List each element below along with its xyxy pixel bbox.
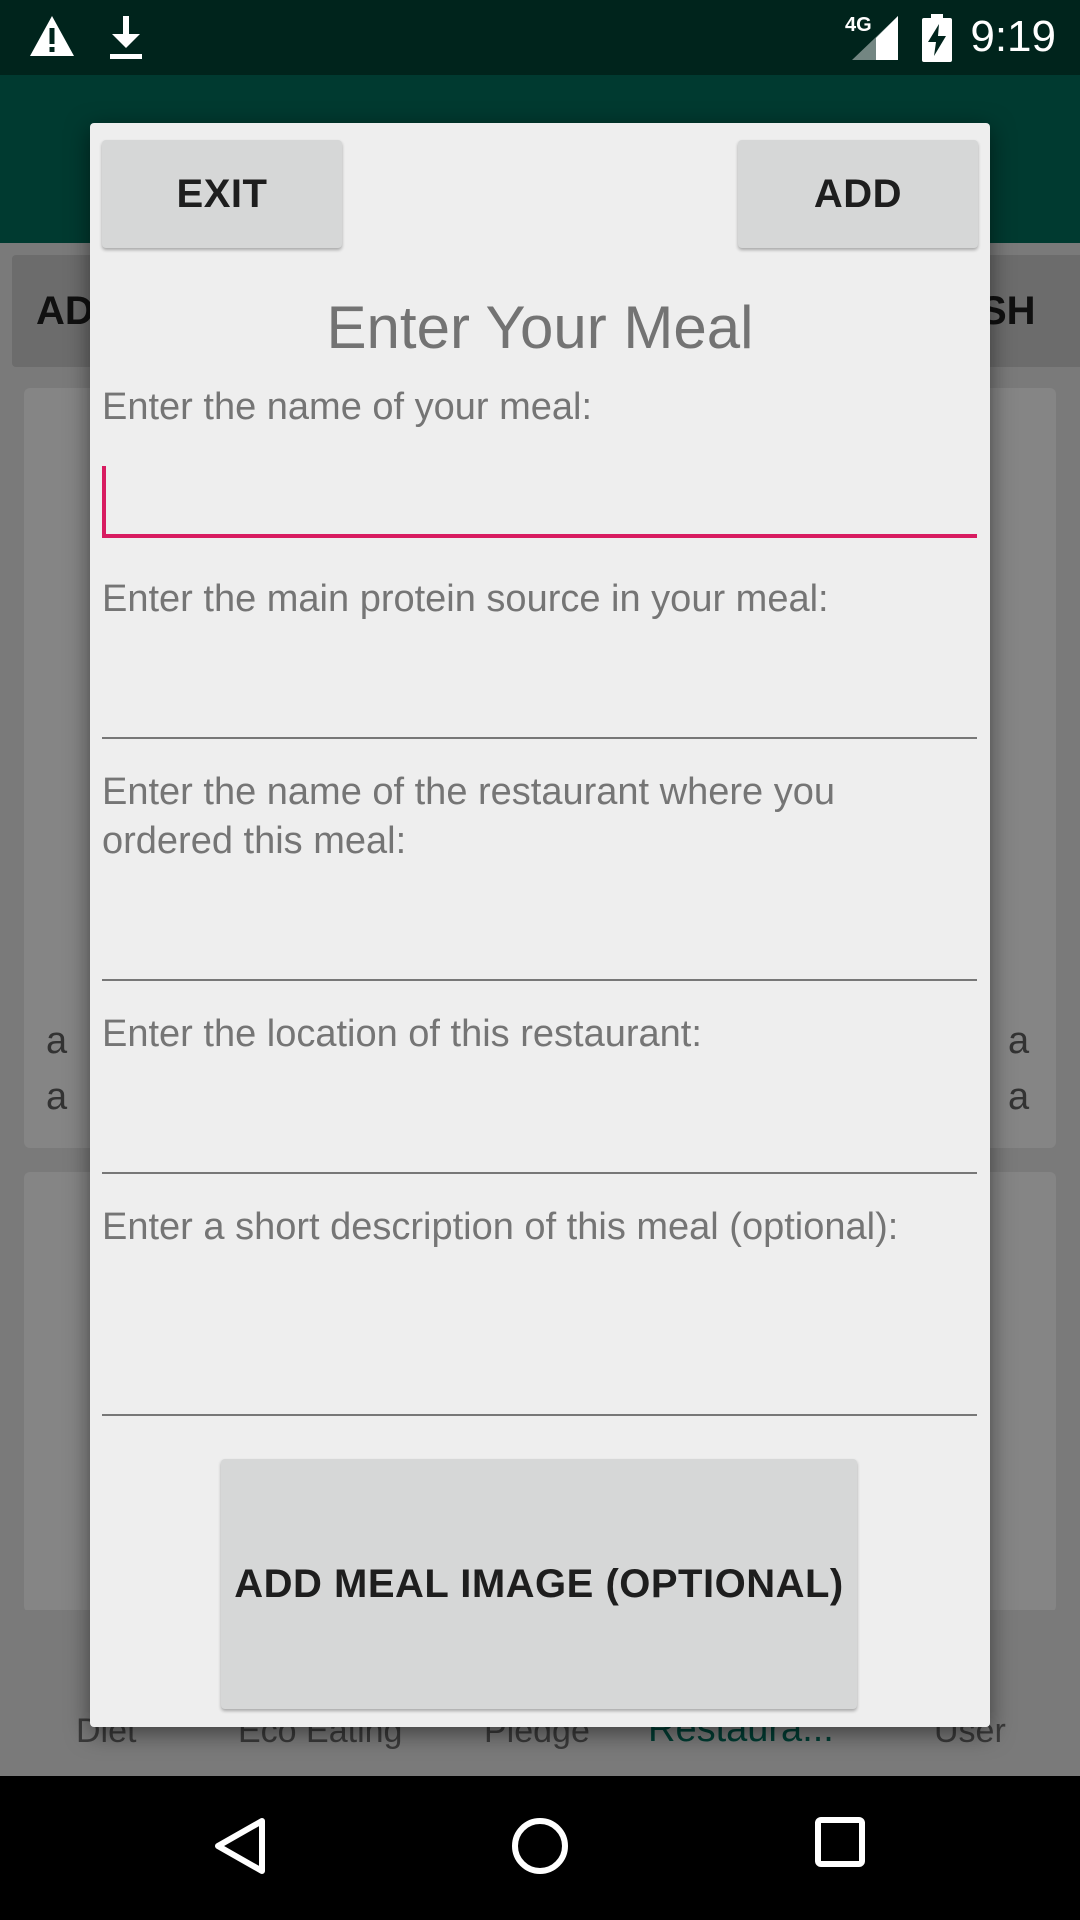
back-icon[interactable] — [212, 1816, 268, 1876]
enter-meal-dialog: EXIT ADD Enter Your Meal Enter the name … — [90, 123, 990, 1727]
home-icon[interactable] — [510, 1816, 570, 1876]
restaurant-name-input[interactable] — [102, 911, 977, 981]
restaurant-location-label: Enter the location of this restaurant: — [102, 1013, 702, 1055]
text-cursor — [102, 466, 106, 538]
meal-name-input[interactable] — [102, 468, 977, 538]
meal-description-input[interactable] — [102, 1346, 977, 1416]
protein-source-input[interactable] — [102, 669, 977, 739]
status-bar: 4G 9:19 — [0, 0, 1080, 75]
system-navigation-bar — [0, 1776, 1080, 1920]
meal-description-label: Enter a short description of this meal (… — [102, 1206, 899, 1248]
add-meal-image-button[interactable]: ADD MEAL IMAGE (OPTIONAL) — [221, 1459, 857, 1709]
protein-source-label: Enter the main protein source in your me… — [102, 578, 829, 620]
background-card-text: a — [46, 1076, 68, 1118]
background-card-text: a — [1008, 1020, 1030, 1062]
background-card-text: a — [46, 1020, 68, 1062]
restaurant-location-input[interactable] — [102, 1104, 977, 1174]
warning-icon — [30, 16, 74, 56]
dialog-title: Enter Your Meal — [326, 294, 754, 361]
recents-icon[interactable] — [814, 1816, 866, 1868]
download-icon — [110, 16, 142, 59]
background-left-button-label: AD — [36, 288, 94, 333]
status-time: 9:19 — [970, 12, 1056, 61]
signal-4g-icon — [852, 16, 898, 60]
exit-button[interactable]: EXIT — [102, 140, 342, 248]
meal-name-label: Enter the name of your meal: — [102, 386, 593, 428]
restaurant-name-label: Enter the name of the restaurant where y… — [102, 771, 835, 862]
battery-charging-icon — [922, 14, 952, 62]
background-card-text: a — [1008, 1076, 1030, 1118]
add-button[interactable]: ADD — [738, 140, 978, 248]
